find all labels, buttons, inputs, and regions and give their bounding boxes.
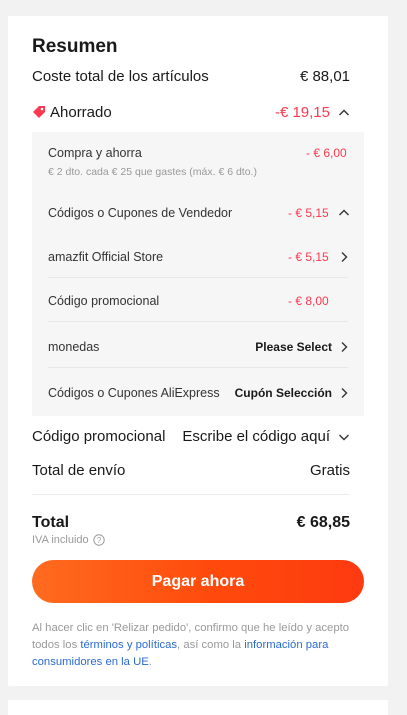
saved-label: Ahorrado xyxy=(50,103,112,121)
legal-notice: Al hacer clic en 'Relizar pedido', confi… xyxy=(32,620,356,671)
coins-row[interactable]: monedas Please Select xyxy=(48,338,350,356)
terms-link[interactable]: términos y políticas xyxy=(80,639,177,651)
saved-value: -€ 19,15 xyxy=(274,103,330,121)
order-summary-card: Resumen Coste total de los artículos € 8… xyxy=(8,16,388,686)
discount-label: Código promocional xyxy=(48,294,160,308)
chevron-right-icon[interactable] xyxy=(338,341,350,353)
coupon-select[interactable]: Cupón Selección xyxy=(235,386,332,400)
svg-text:?: ? xyxy=(96,536,101,545)
promo-code-input[interactable]: Escribe el código aquí xyxy=(182,428,330,445)
shipping-label: Total de envío xyxy=(32,461,126,479)
tax-note: IVA incluido ? xyxy=(32,534,105,546)
tag-icon xyxy=(32,105,46,119)
saved-row[interactable]: Ahorrado -€ 19,15 xyxy=(32,102,350,122)
chevron-right-icon[interactable] xyxy=(338,251,350,263)
total-value: € 68,85 xyxy=(296,514,350,531)
promo-code-discount-row: Código promocional - € 8,00 xyxy=(48,292,350,310)
coins-select[interactable]: Please Select xyxy=(255,340,332,354)
divider xyxy=(48,367,348,368)
store-coupon-row[interactable]: amazfit Official Store - € 5,15 xyxy=(48,248,350,266)
pay-now-button[interactable]: Pagar ahora xyxy=(32,560,364,603)
info-icon[interactable]: ? xyxy=(92,534,105,546)
discount-label: Compra y ahorra xyxy=(48,146,142,160)
promo-code-row[interactable]: Código promocional Escribe el código aqu… xyxy=(32,426,350,446)
chevron-up-icon[interactable] xyxy=(338,207,350,219)
chevron-right-icon[interactable] xyxy=(338,387,350,399)
summary-title: Resumen xyxy=(32,36,118,57)
chevron-up-icon[interactable] xyxy=(338,106,350,118)
promo-label: Código promocional xyxy=(32,427,166,445)
subtotal-label: Coste total de los artículos xyxy=(32,67,209,85)
discount-label: monedas xyxy=(48,340,100,354)
legal-text: . xyxy=(148,656,152,668)
divider xyxy=(48,321,348,322)
discount-label: Códigos o Cupones de Vendedor xyxy=(48,206,233,220)
discount-note: € 2 dto. cada € 25 que gastes (máx. € 6 … xyxy=(48,166,257,178)
subtotal-row: Coste total de los artículos € 88,01 xyxy=(32,66,350,86)
seller-coupons-row[interactable]: Códigos o Cupones de Vendedor - € 5,15 xyxy=(48,204,350,222)
total-label: Total xyxy=(32,514,70,531)
discount-amount: - € 5,15 xyxy=(288,250,329,264)
discount-amount: - € 8,00 xyxy=(288,294,329,308)
chevron-down-icon[interactable] xyxy=(338,430,350,442)
tax-note-label: IVA incluido xyxy=(32,534,89,546)
discount-amount: - € 5,15 xyxy=(288,206,329,220)
next-card xyxy=(8,700,388,715)
legal-text: , así como la xyxy=(177,639,245,651)
aliexpress-coupons-row[interactable]: Códigos o Cupones AliExpress Cupón Selec… xyxy=(48,384,350,402)
subtotal-value: € 88,01 xyxy=(299,67,350,85)
discount-label: amazfit Official Store xyxy=(48,250,164,264)
divider xyxy=(32,494,350,495)
discount-amount: - € 6,00 xyxy=(306,146,347,160)
discount-breakdown-panel: Compra y ahorra - € 6,00 € 2 dto. cada €… xyxy=(32,132,364,416)
shipping-row: Total de envío Gratis xyxy=(32,460,350,480)
discount-item: Compra y ahorra - € 6,00 xyxy=(48,144,350,162)
discount-label: Códigos o Cupones AliExpress xyxy=(48,386,220,400)
divider xyxy=(48,277,348,278)
shipping-value: Gratis xyxy=(309,461,350,479)
total-row: Total € 68,85 xyxy=(32,512,350,534)
